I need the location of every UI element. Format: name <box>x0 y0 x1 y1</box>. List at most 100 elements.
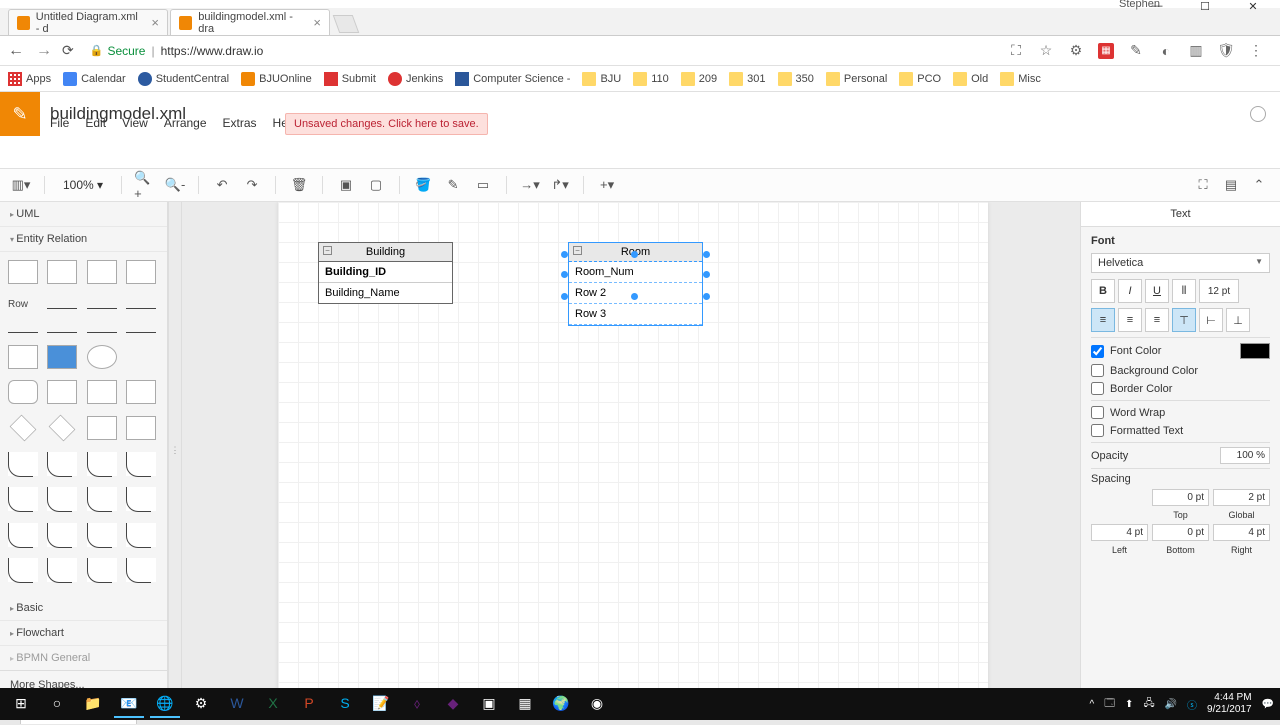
shape-conn-14[interactable] <box>47 558 77 582</box>
category-bpmn[interactable]: BPMN General <box>0 646 167 670</box>
collapse-icon[interactable]: − <box>573 246 582 255</box>
translate-icon[interactable]: ⛶ <box>1008 43 1024 59</box>
bm-old[interactable]: Old <box>953 72 988 86</box>
bm-misc[interactable]: Misc <box>1000 72 1041 86</box>
align-right-button[interactable]: ≡ <box>1145 308 1169 332</box>
ext-icon-3[interactable]: ◐ <box>1158 43 1174 59</box>
bm-pco[interactable]: PCO <box>899 72 941 86</box>
shape-row-2[interactable] <box>87 308 117 309</box>
shape-conn-4[interactable] <box>126 452 156 476</box>
calc-icon[interactable]: ▦ <box>510 690 540 718</box>
bm-bju[interactable]: BJU <box>582 72 621 86</box>
bm-301[interactable]: 301 <box>729 72 765 86</box>
language-icon[interactable] <box>1250 106 1266 122</box>
shape-table-2[interactable] <box>47 260 77 284</box>
outlook-icon[interactable]: 📧 <box>114 690 144 718</box>
window-maximize[interactable]: ☐ <box>1190 0 1220 13</box>
shape-divider-2[interactable] <box>47 332 77 333</box>
bm-110[interactable]: 110 <box>633 72 669 86</box>
selection-handle[interactable] <box>631 251 638 258</box>
start-button[interactable]: ⊞ <box>6 690 36 718</box>
selection-handle[interactable] <box>561 293 568 300</box>
explorer-icon[interactable]: 📁 <box>78 690 108 718</box>
cortana-button[interactable]: ○ <box>42 690 72 718</box>
to-front-button[interactable]: ▣ <box>335 174 357 196</box>
category-basic[interactable]: Basic <box>0 596 167 621</box>
shape-table-3[interactable] <box>87 260 117 284</box>
word-icon[interactable]: W <box>222 690 252 718</box>
shape-attribute[interactable] <box>87 345 117 369</box>
shape-row-1[interactable] <box>47 308 77 309</box>
shape-entity-2[interactable] <box>47 345 77 369</box>
entity-building[interactable]: − Building Building_ID Building_Name <box>318 242 453 304</box>
shape-conn-6[interactable] <box>47 487 77 511</box>
shape-note-2[interactable] <box>126 416 156 440</box>
font-size-input[interactable]: 12 pt <box>1199 279 1239 303</box>
font-family-select[interactable]: Helvetica <box>1091 253 1270 273</box>
tray-network-icon[interactable]: 🖧 <box>1143 696 1154 713</box>
shape-conn-12[interactable] <box>126 523 156 547</box>
shape-conn-2[interactable] <box>47 452 77 476</box>
entity-room[interactable]: − Room Room_Num Row 2 Row 3 <box>568 242 703 326</box>
format-panel-button[interactable]: ▤ <box>1220 174 1242 196</box>
bm-350[interactable]: 350 <box>778 72 814 86</box>
new-tab-button[interactable] <box>333 15 360 33</box>
window-close[interactable]: ✕ <box>1238 0 1268 13</box>
ext-icon-5[interactable]: 🛡 <box>1218 43 1234 59</box>
bm-cs[interactable]: Computer Science - <box>455 72 570 86</box>
entity-building-header[interactable]: − Building <box>319 243 452 262</box>
shape-divider-1[interactable] <box>8 332 38 333</box>
spacing-top-input[interactable]: 0 pt <box>1152 489 1209 506</box>
redo-button[interactable]: ↷ <box>241 174 263 196</box>
line-button[interactable]: ✎ <box>442 174 464 196</box>
menu-file[interactable]: File <box>50 116 69 130</box>
drawing-canvas[interactable]: − Building Building_ID Building_Name − R… <box>278 202 988 692</box>
zoom-level[interactable]: 100% ▾ <box>57 178 109 192</box>
chrome-icon[interactable]: 🌐 <box>150 690 180 718</box>
terminal-icon[interactable]: ▣ <box>474 690 504 718</box>
drawio-logo[interactable]: ✎ <box>0 92 40 136</box>
selection-handle[interactable] <box>703 271 710 278</box>
entity-row[interactable]: Room_Num <box>569 262 702 283</box>
bm-apps[interactable]: Apps <box>8 72 51 86</box>
tray-skype-icon[interactable]: ⓢ <box>1187 697 1197 712</box>
valign-top-button[interactable]: ⊤ <box>1172 308 1196 332</box>
menu-icon[interactable]: ⋮ <box>1248 43 1264 59</box>
shape-conn-15[interactable] <box>87 558 117 582</box>
unsaved-warning[interactable]: Unsaved changes. Click here to save. <box>285 113 488 135</box>
tray-icon[interactable]: ^ <box>1090 699 1095 710</box>
shape-divider-3[interactable] <box>87 332 117 333</box>
font-color-checkbox[interactable] <box>1091 345 1104 358</box>
add-button[interactable]: +▾ <box>596 174 618 196</box>
shape-conn-5[interactable] <box>8 487 38 511</box>
category-entity-relation[interactable]: Entity Relation <box>0 227 167 252</box>
fullscreen-button[interactable]: ⛶ <box>1192 174 1214 196</box>
browser-tab-1[interactable]: buildingmodel.xml - dra × <box>170 9 330 35</box>
shape-weak-4[interactable] <box>126 380 156 404</box>
underline-button[interactable]: U <box>1145 279 1169 303</box>
canvas-area[interactable]: ⋮ − Building Building_ID Building_Name −… <box>168 202 1080 699</box>
bold-button[interactable]: B <box>1091 279 1115 303</box>
shape-note-1[interactable] <box>87 416 117 440</box>
ext-icon-2[interactable]: ✎ <box>1128 43 1144 59</box>
selection-handle[interactable] <box>631 293 638 300</box>
view-mode-button[interactable]: ▥▾ <box>10 174 32 196</box>
selection-handle[interactable] <box>703 293 710 300</box>
spacing-global-input[interactable]: 2 pt <box>1213 489 1270 506</box>
italic-button[interactable]: I <box>1118 279 1142 303</box>
shape-weak-3[interactable] <box>87 380 117 404</box>
ext-icon-4[interactable]: ▥ <box>1188 43 1204 59</box>
selection-handle[interactable] <box>561 271 568 278</box>
ext-icon[interactable]: ⚙ <box>1068 43 1084 59</box>
bm-209[interactable]: 209 <box>681 72 717 86</box>
shape-weak-1[interactable] <box>8 380 38 404</box>
shape-divider-4[interactable] <box>126 332 156 333</box>
panel-tab-text[interactable]: Text <box>1081 202 1280 227</box>
globe-icon[interactable]: 🌍 <box>546 690 576 718</box>
notifications-icon[interactable]: 💬 <box>1262 699 1274 710</box>
zoom-in-button[interactable]: 🔍+ <box>134 174 156 196</box>
bg-color-checkbox[interactable] <box>1091 364 1104 377</box>
entity-row[interactable]: Building_ID <box>319 262 452 283</box>
align-center-button[interactable]: ≡ <box>1118 308 1142 332</box>
forward-button[interactable]: → <box>36 42 52 60</box>
